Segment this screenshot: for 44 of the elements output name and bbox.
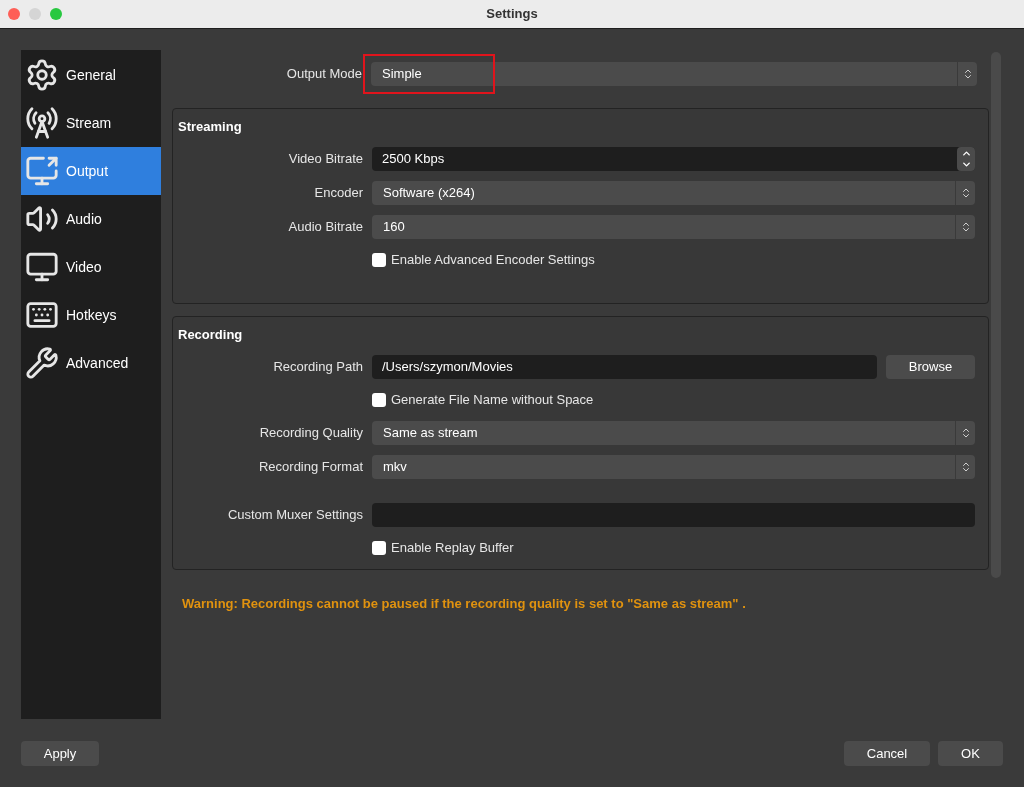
checkbox[interactable] [372,541,386,555]
text-field[interactable] [372,503,975,527]
field-label: Output Mode [286,65,362,84]
window-title: Settings [486,5,538,24]
monitor-icon [25,250,59,284]
number-field[interactable]: 2500 Kbps [372,147,975,171]
close-icon[interactable] [8,8,20,20]
antenna-icon [25,106,59,140]
field-label: Custom Muxer Settings [227,506,363,525]
sidebar-item[interactable]: Hotkeys [21,291,161,339]
field-label: Recording Format [258,458,363,477]
field-label: Encoder [314,184,363,203]
dropdown[interactable]: Same as stream [372,421,975,445]
sidebar-item[interactable]: Stream [21,99,161,147]
sidebar-item[interactable]: General [21,51,161,99]
browse-button[interactable]: Browse [886,355,975,379]
sidebar-item[interactable]: Advanced [21,339,161,387]
dropdown[interactable]: 160 [372,215,975,239]
checkbox[interactable] [372,393,386,407]
checkbox-label: Enable Replay Buffer [391,539,514,558]
checkbox[interactable] [372,253,386,267]
group-title: Streaming [178,119,242,134]
path-field[interactable]: /Users/szymon/Movies [372,355,877,379]
dropdown[interactable]: Software (x264) [372,181,975,205]
group-title: Recording [178,327,243,342]
wrench-icon [25,346,59,380]
warning-text: Warning: Recordings cannot be paused if the recording quality is set to "Same as stream" . [182,596,746,611]
dropdown[interactable]: mkv [372,455,975,479]
field-label: Recording Path [273,358,363,377]
sidebar-item[interactable]: Audio [21,195,161,243]
sidebar-item[interactable]: Video [21,243,161,291]
sidebar-item[interactable]: Output [21,147,161,195]
cancel-button[interactable]: Cancel [844,741,930,766]
field-label: Video Bitrate [288,150,363,169]
apply-button[interactable]: Apply [21,741,99,766]
stepper-icon[interactable] [957,147,975,171]
maximize-icon[interactable] [50,8,62,20]
checkbox-label: Generate File Name without Space [391,391,594,410]
field-label: Audio Bitrate [288,218,363,237]
field-label: Recording Quality [259,424,363,443]
ok-button[interactable]: OK [938,741,1003,766]
dropdown[interactable]: Simple [371,62,977,86]
checkbox-label: Enable Advanced Encoder Settings [391,251,595,270]
gear-icon [25,58,59,92]
